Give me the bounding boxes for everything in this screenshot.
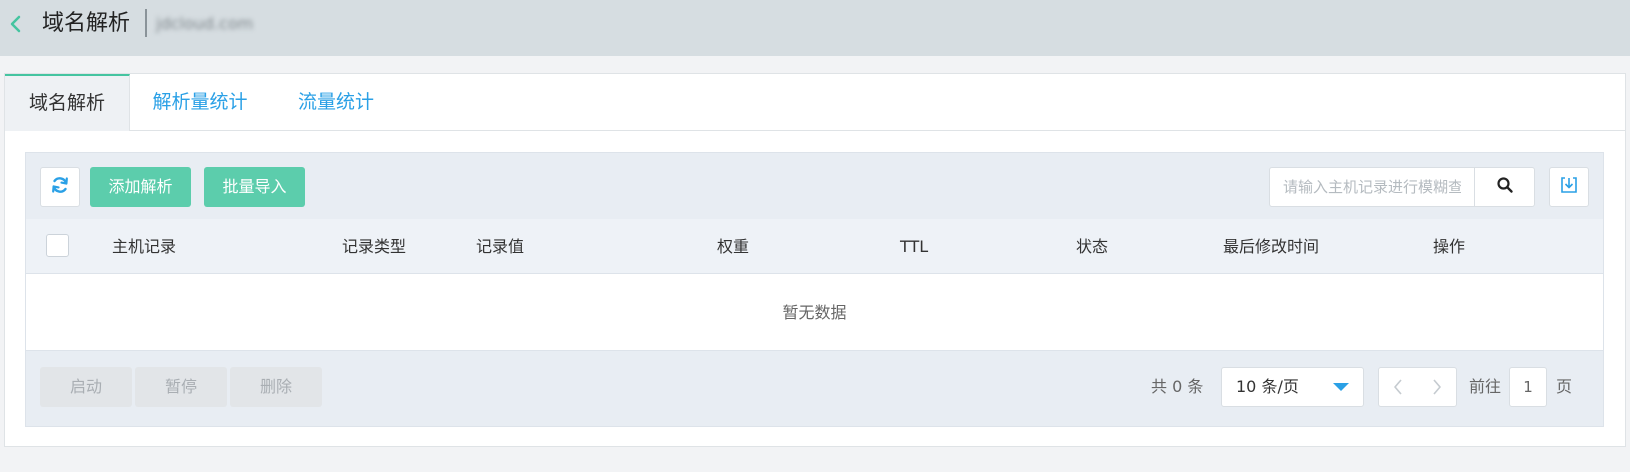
batch-import-button[interactable]: 批量导入 (204, 167, 305, 207)
tab-traffic-stats[interactable]: 流量统计 (291, 74, 381, 131)
select-all-checkbox[interactable] (46, 234, 69, 257)
search-input[interactable] (1269, 167, 1475, 207)
chevron-left-icon (1394, 379, 1402, 395)
total-count: 共 0 条 (1151, 377, 1204, 396)
delete-button[interactable]: 删除 (230, 367, 322, 407)
prev-page-button[interactable] (1379, 368, 1417, 406)
column-host-record: 主机记录 (112, 237, 177, 256)
chevron-right-icon (1433, 379, 1441, 395)
page-title: 域名解析 (42, 11, 131, 36)
page-size-value: 10 条/页 (1236, 377, 1299, 396)
back-arrow-icon[interactable] (6, 12, 26, 36)
tab-resolve-stats[interactable]: 解析量统计 (145, 74, 255, 131)
tab-bar: 域名解析 解析量统计 流量统计 (5, 74, 1625, 131)
column-last-modified: 最后修改时间 (1223, 237, 1320, 256)
download-icon (1559, 175, 1579, 199)
page-size-select[interactable]: 10 条/页 (1221, 367, 1364, 407)
search-icon (1496, 176, 1514, 198)
export-button[interactable] (1549, 167, 1589, 207)
domain-name: jdcloud.com (156, 14, 254, 33)
column-status: 状态 (1076, 237, 1109, 256)
column-actions: 操作 (1433, 237, 1466, 256)
column-record-type: 记录类型 (342, 237, 407, 256)
search-button[interactable] (1474, 167, 1535, 207)
pause-button[interactable]: 暂停 (135, 367, 227, 407)
refresh-button[interactable] (40, 167, 80, 207)
main-panel: 域名解析 解析量统计 流量统计 添加解析 批量导入 请输入主机记录进行模糊查询 … (4, 73, 1626, 447)
add-record-button[interactable]: 添加解析 (90, 167, 191, 207)
title-divider (145, 9, 147, 37)
tab-dns-resolve[interactable]: 域名解析 (5, 74, 130, 131)
column-weight: 权重 (717, 237, 750, 256)
goto-label: 前往 (1469, 377, 1502, 396)
enable-button[interactable]: 启动 (40, 367, 132, 407)
table-body: 暂无数据 (26, 274, 1603, 351)
page-suffix: 页 (1556, 377, 1573, 396)
next-page-button[interactable] (1418, 368, 1456, 406)
pager-nav (1378, 367, 1457, 407)
table-header: 主机记录 记录类型 记录值 权重 TTL 状态 最后修改时间 操作 (26, 219, 1603, 274)
column-record-value: 记录值 (476, 237, 525, 256)
records-section: 添加解析 批量导入 主机记录 记录类型 记录值 权重 TTL 状态 最后修改时间… (25, 152, 1604, 427)
goto-page-input[interactable] (1509, 367, 1547, 407)
column-ttl: TTL (900, 237, 929, 256)
refresh-icon (50, 175, 70, 199)
empty-state-text: 暂无数据 (782, 303, 847, 322)
top-bar: 域名解析 jdcloud.com (0, 0, 1630, 56)
caret-down-icon (1333, 383, 1349, 391)
